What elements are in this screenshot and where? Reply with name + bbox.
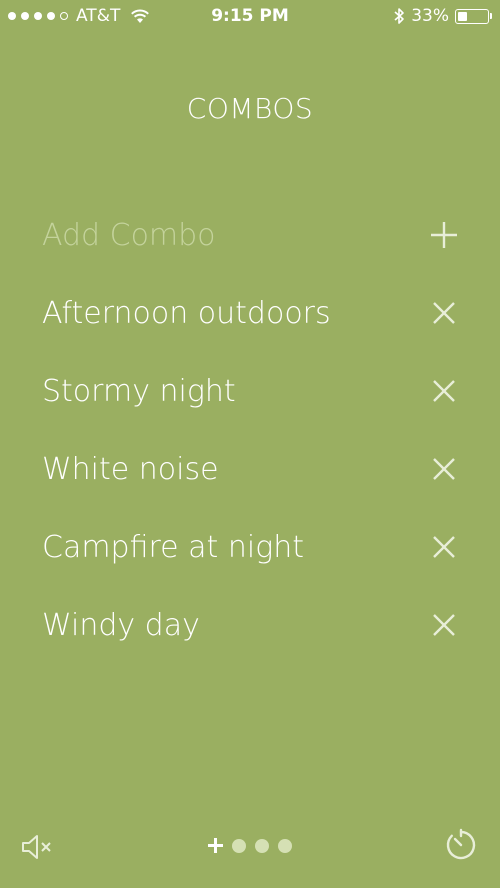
close-icon[interactable] [430, 455, 458, 483]
app-screen: AT&T 9:15 PM 33% COMBOS Add Combo Aftern… [0, 0, 500, 888]
battery-icon [455, 8, 492, 24]
close-icon[interactable] [430, 377, 458, 405]
combo-item-label: Stormy night [42, 373, 236, 409]
close-icon[interactable] [430, 611, 458, 639]
status-right: 33% [393, 6, 492, 26]
page-indicator [0, 838, 500, 853]
page-title: COMBOS [186, 92, 314, 125]
plus-icon[interactable] [208, 838, 223, 853]
combo-item-label: Afternoon outdoors [42, 295, 331, 331]
combo-list: Add Combo Afternoon outdoors Stormy nigh… [0, 196, 500, 664]
add-combo-label: Add Combo [42, 217, 216, 253]
page-dot[interactable] [255, 838, 269, 853]
close-icon[interactable] [430, 299, 458, 327]
close-icon[interactable] [430, 533, 458, 561]
combo-item[interactable]: Windy day [0, 586, 500, 664]
combo-item-label: Campfire at night [42, 529, 304, 565]
combo-item-label: White noise [42, 451, 219, 487]
combo-item[interactable]: Stormy night [0, 352, 500, 430]
timer-icon[interactable] [444, 828, 478, 862]
battery-tip [490, 13, 492, 19]
status-bar: AT&T 9:15 PM 33% [0, 0, 500, 34]
combo-item[interactable]: Afternoon outdoors [0, 274, 500, 352]
bluetooth-icon [393, 7, 405, 25]
combo-item[interactable]: Campfire at night [0, 508, 500, 586]
page-dot[interactable] [278, 838, 292, 853]
combo-item[interactable]: White noise [0, 430, 500, 508]
page-dot[interactable] [232, 838, 246, 853]
battery-percent: 33% [411, 6, 449, 26]
battery-fill [458, 11, 468, 21]
bottom-bar [0, 818, 500, 888]
combo-item-label: Windy day [42, 607, 200, 643]
add-combo-row[interactable]: Add Combo [0, 196, 500, 274]
battery-body [455, 8, 489, 24]
plus-icon[interactable] [430, 221, 458, 249]
